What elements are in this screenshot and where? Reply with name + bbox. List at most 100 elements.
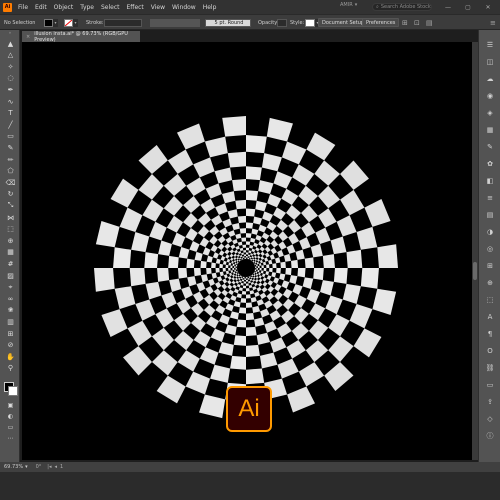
libraries-panel-icon[interactable]: ☁ <box>485 74 495 84</box>
arrange-icon[interactable]: ▤ <box>426 18 433 27</box>
panel-collapse-icon[interactable]: » <box>0 30 20 36</box>
lasso-tool-icon[interactable]: ◌ <box>5 73 16 84</box>
brushes-panel-icon[interactable]: ✎ <box>485 142 495 152</box>
pathfinder-panel-icon[interactable]: ⊕ <box>485 278 495 288</box>
stroke-swatch[interactable] <box>64 18 73 27</box>
scrollbar-thumb[interactable] <box>473 262 477 280</box>
column-graph-tool-icon[interactable]: ▥ <box>5 316 16 327</box>
links-panel-icon[interactable]: ⛓ <box>485 363 495 373</box>
eyedropper-tool-icon[interactable]: ⌖ <box>5 282 16 293</box>
width-tool-icon[interactable]: ⋈ <box>5 212 16 223</box>
rotate-tool-icon[interactable]: ↻ <box>5 189 16 200</box>
slice-tool-icon[interactable]: ⊘ <box>5 340 16 351</box>
fill-swatch[interactable] <box>44 18 53 27</box>
pen-tool-icon[interactable]: ✒ <box>5 84 16 95</box>
graphic-styles-panel-icon[interactable]: ◧ <box>485 176 495 186</box>
stroke-panel-icon[interactable]: ≡ <box>485 193 495 203</box>
menu-view[interactable]: View <box>151 4 165 11</box>
color-panel-icon[interactable]: ◉ <box>485 91 495 101</box>
transform-panel-icon[interactable]: ⬚ <box>485 295 495 305</box>
menu-edit[interactable]: Edit <box>35 4 47 11</box>
brush-definition[interactable]: 5 pt. Round <box>205 18 251 27</box>
type-tool-icon[interactable]: T <box>5 108 16 119</box>
layers-panel-icon[interactable]: ◫ <box>485 57 495 67</box>
menu-effect[interactable]: Effect <box>127 4 144 11</box>
asset-export-panel-icon[interactable]: ⇪ <box>485 397 495 407</box>
blend-tool-icon[interactable]: ∞ <box>5 293 16 304</box>
fill-stroke-swatches[interactable] <box>4 382 18 396</box>
transform-icon[interactable]: ⊡ <box>414 18 420 27</box>
stroke-color-picker[interactable]: ▾ <box>64 18 78 27</box>
menu-icon[interactable]: ≡ <box>490 18 496 27</box>
artboards-panel-icon[interactable]: ▭ <box>485 380 495 390</box>
transparency-panel-icon[interactable]: ◑ <box>485 227 495 237</box>
more-tools-icon[interactable]: ⋯ <box>5 433 16 444</box>
artboard-number[interactable]: 1 <box>60 464 63 470</box>
menu-file[interactable]: File <box>18 4 28 11</box>
paragraph-panel-icon[interactable]: ¶ <box>485 329 495 339</box>
document-setup-button[interactable]: Document Setup <box>318 18 369 27</box>
style-swatch[interactable] <box>305 18 315 27</box>
menu-help[interactable]: Help <box>203 4 217 11</box>
menu-type[interactable]: Type <box>80 4 94 11</box>
paintbrush-tool-icon[interactable]: ✎ <box>5 142 16 153</box>
swatches-panel-icon[interactable]: ▦ <box>485 125 495 135</box>
preferences-button[interactable]: Preferences <box>362 18 400 27</box>
stroke-swatch[interactable] <box>8 386 18 396</box>
profile-preview[interactable] <box>150 18 200 27</box>
pencil-tool-icon[interactable]: ✏ <box>5 154 16 165</box>
navigator-panel-icon[interactable]: ◇ <box>485 414 495 424</box>
gradient-panel-icon[interactable]: ▤ <box>485 210 495 220</box>
symbols-panel-icon[interactable]: ✿ <box>485 159 495 169</box>
scale-tool-icon[interactable]: ⤡ <box>5 200 16 211</box>
selection-tool-icon[interactable]: ▲ <box>5 38 16 49</box>
artboard-nav-prev-icon[interactable]: ◂ <box>54 464 57 470</box>
properties-panel-icon[interactable]: ☰ <box>485 40 495 50</box>
opacity-field[interactable] <box>277 18 287 27</box>
align-panel-icon[interactable]: ⊞ <box>485 261 495 271</box>
eraser-tool-icon[interactable]: ⌫ <box>5 177 16 188</box>
magic-wand-tool-icon[interactable]: ✧ <box>5 61 16 72</box>
character-panel-icon[interactable]: A <box>485 312 495 322</box>
free-transform-tool-icon[interactable]: ⬚ <box>5 224 16 235</box>
hand-tool-icon[interactable]: ✋ <box>5 351 16 362</box>
direct-selection-tool-icon[interactable]: △ <box>5 50 16 61</box>
stroke-weight-input[interactable] <box>104 18 142 27</box>
rotation-field[interactable]: 0° <box>36 464 42 470</box>
stock-search-input[interactable]: ⌕ Search Adobe Stock <box>372 3 432 11</box>
curvature-tool-icon[interactable]: ∿ <box>5 96 16 107</box>
artboard-nav-first-icon[interactable]: |◂ <box>47 464 51 470</box>
artboard-tool-icon[interactable]: ⊞ <box>5 328 16 339</box>
info-panel-icon[interactable]: ⓘ <box>485 431 495 441</box>
mesh-tool-icon[interactable]: # <box>5 258 16 269</box>
gradient-tool-icon[interactable]: ▨ <box>5 270 16 281</box>
screen-mode-icon[interactable]: ▭ <box>5 422 16 433</box>
color-guide-panel-icon[interactable]: ◈ <box>485 108 495 118</box>
minimize-button[interactable]: — <box>438 2 458 12</box>
menu-window[interactable]: Window <box>172 4 196 11</box>
document-tab[interactable]: × illusion insta.ai* @ 69.73% (RGB/GPU P… <box>22 31 140 43</box>
opacity-input[interactable] <box>277 18 287 27</box>
zoom-level[interactable]: 69.73% <box>4 464 23 470</box>
stroke-weight-field[interactable] <box>104 18 142 27</box>
fill-color-picker[interactable]: ▾ <box>44 18 58 27</box>
variable-width-profile[interactable] <box>150 18 200 27</box>
line-tool-icon[interactable]: ╱ <box>5 119 16 130</box>
close-tab-icon[interactable]: × <box>26 34 30 40</box>
zoom-tool-icon[interactable]: ⚲ <box>5 363 16 374</box>
workspace-switcher[interactable]: AMIR ▾ <box>340 2 357 8</box>
draw-mode-icon[interactable]: ◐ <box>5 411 16 422</box>
align-icon[interactable]: ⊞ <box>402 18 408 27</box>
rectangle-tool-icon[interactable]: ▭ <box>5 131 16 142</box>
opentype-panel-icon[interactable]: O <box>485 346 495 356</box>
appearance-panel-icon[interactable]: ◎ <box>485 244 495 254</box>
color-mode-icon[interactable]: ▣ <box>5 400 16 411</box>
shape-builder-tool-icon[interactable]: ⊕ <box>5 235 16 246</box>
close-window-button[interactable]: ✕ <box>478 2 498 12</box>
maximize-button[interactable]: ▢ <box>458 2 478 12</box>
symbol-sprayer-tool-icon[interactable]: ❀ <box>5 305 16 316</box>
menu-select[interactable]: Select <box>101 4 120 11</box>
perspective-grid-tool-icon[interactable]: ▦ <box>5 247 16 258</box>
shaper-tool-icon[interactable]: ⬠ <box>5 166 16 177</box>
menu-object[interactable]: Object <box>54 4 74 11</box>
